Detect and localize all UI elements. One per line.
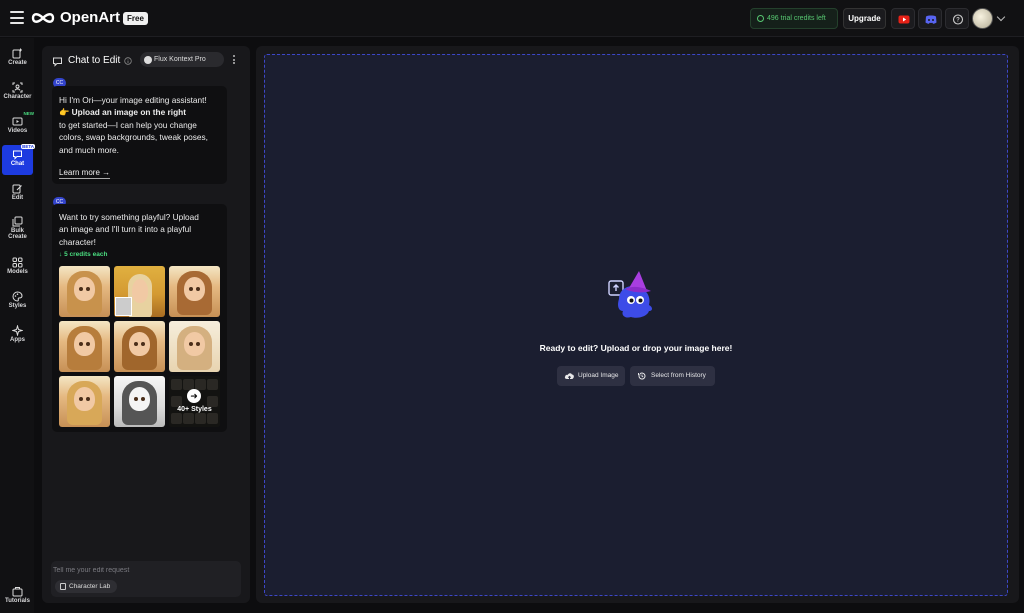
message-bold-text: Upload an image on the right <box>71 107 186 118</box>
message-text: Want to try something playful? Upload <box>59 212 199 222</box>
info-icon[interactable] <box>124 57 132 65</box>
character-lab-icon <box>60 583 66 590</box>
nav-create[interactable]: Create <box>2 44 33 74</box>
credits-badge[interactable]: 496 trial credits left <box>750 8 838 29</box>
character-icon <box>12 82 23 93</box>
nav-label: Apps <box>10 337 25 343</box>
nav-label: Tutorials <box>5 598 30 604</box>
svg-text:?: ? <box>956 18 960 24</box>
user-avatar[interactable] <box>972 8 993 29</box>
chat-title: Chat to Edit <box>68 55 121 66</box>
style-tile[interactable] <box>169 266 220 317</box>
nav-label: Models <box>7 269 28 275</box>
nav-apps[interactable]: Apps <box>2 321 33 351</box>
menu-icon[interactable] <box>10 11 24 24</box>
discord-icon <box>925 15 937 24</box>
chat-icon <box>13 150 22 160</box>
left-nav: Create Character NEW Videos BETA Chat Ed… <box>0 38 35 613</box>
credits-cost: ↓ 5 credits each <box>59 251 107 258</box>
nav-label-line2: Create <box>8 234 27 240</box>
more-styles-label: 40+ Styles <box>177 406 212 413</box>
chat-bubble-icon <box>53 57 62 67</box>
nav-bulk-create[interactable]: Bulk Create <box>2 212 33 246</box>
create-icon <box>12 48 22 59</box>
help-button[interactable]: ? <box>945 8 969 29</box>
nav-label: Videos <box>7 128 28 134</box>
style-tile[interactable] <box>59 266 110 317</box>
nav-label: Edit <box>11 195 24 201</box>
chat-input-box: Character Lab <box>51 561 241 597</box>
bulk-create-icon <box>12 216 23 227</box>
edit-request-input[interactable] <box>53 564 233 576</box>
upload-image-button[interactable]: Upload Image <box>557 366 625 386</box>
more-options-icon[interactable] <box>233 55 236 65</box>
style-tile[interactable] <box>114 376 165 427</box>
edit-icon <box>12 184 22 194</box>
chip-label: Character Lab <box>69 583 111 590</box>
model-name: Flux Kontext Pro <box>154 56 206 63</box>
styles-icon <box>12 291 23 302</box>
message-text: Hi I'm Ori—your image editing assistant! <box>59 95 207 105</box>
style-tile[interactable] <box>59 321 110 372</box>
cloud-upload-icon <box>564 373 574 380</box>
style-tile[interactable] <box>59 376 110 427</box>
nav-character[interactable]: Character <box>2 78 33 108</box>
nav-tutorials[interactable]: Tutorials <box>2 582 33 612</box>
nav-label: Create <box>8 60 27 66</box>
nav-models[interactable]: Models <box>2 253 33 283</box>
nav-chat[interactable]: BETA Chat <box>2 144 35 175</box>
style-tile[interactable] <box>169 321 220 372</box>
upload-label: Upload Image <box>578 372 619 379</box>
youtube-button[interactable] <box>891 8 915 29</box>
credits-text: 496 trial credits left <box>767 15 826 22</box>
drop-prompt: Ready to edit? Upload or drop your image… <box>539 343 733 353</box>
plan-badge: Free <box>123 12 148 25</box>
pointing-emoji: 👉 <box>59 107 70 118</box>
history-label: Select from History <box>651 372 706 379</box>
brand-name[interactable]: OpenArt <box>60 9 120 26</box>
new-badge: NEW <box>23 111 35 116</box>
credits-cost-label: 5 credits each <box>64 251 108 258</box>
message-text: and much more. <box>59 144 119 155</box>
beta-badge: BETA <box>21 144 35 149</box>
models-icon <box>12 257 23 268</box>
help-icon: ? <box>952 14 964 25</box>
select-from-history-button[interactable]: Select from History <box>630 366 715 386</box>
nav-label: Chat <box>10 161 25 167</box>
wizard-mascot-icon <box>608 271 652 318</box>
assistant-message: Hi I'm Ori—your image editing assistant!… <box>52 86 227 184</box>
message-text: to get started—I can help you change <box>59 119 197 130</box>
style-tile[interactable] <box>114 266 165 317</box>
video-icon <box>12 117 23 126</box>
drop-zone[interactable]: Ready to edit? Upload or drop your image… <box>264 54 1008 596</box>
nav-label: Character <box>3 94 32 100</box>
more-styles-tile[interactable]: ➜ 40+ Styles <box>169 376 220 427</box>
openart-logo-icon[interactable] <box>30 9 56 27</box>
message-text: character! <box>59 236 96 247</box>
discord-button[interactable] <box>918 8 942 29</box>
character-lab-chip[interactable]: Character Lab <box>55 580 117 593</box>
arrow-right-icon: → <box>102 168 111 177</box>
nav-edit[interactable]: Edit <box>2 179 33 209</box>
upgrade-button[interactable]: Upgrade <box>843 8 886 29</box>
apps-icon <box>12 325 23 336</box>
nav-videos[interactable]: NEW Videos <box>2 111 35 142</box>
message-text: colors, swap backgrounds, tweak poses, <box>59 132 208 143</box>
top-bar: OpenArt Free 496 trial credits left Upgr… <box>0 0 1024 37</box>
tutorials-icon <box>12 587 23 597</box>
youtube-icon <box>898 15 910 24</box>
message-text: an image and I'll turn it into a playful <box>59 224 192 235</box>
style-tile[interactable] <box>114 321 165 372</box>
nav-label: Styles <box>8 303 27 309</box>
credits-icon <box>757 15 764 22</box>
nav-styles[interactable]: Styles <box>2 287 33 317</box>
model-selector[interactable]: Flux Kontext Pro <box>140 52 224 67</box>
chevron-down-icon[interactable] <box>996 12 1006 22</box>
learn-more-label: Learn more <box>59 168 100 177</box>
arrow-right-icon: ➜ <box>187 389 201 403</box>
model-icon <box>144 55 152 64</box>
learn-more-link[interactable]: Learn more → <box>59 168 111 179</box>
history-icon <box>638 372 646 380</box>
